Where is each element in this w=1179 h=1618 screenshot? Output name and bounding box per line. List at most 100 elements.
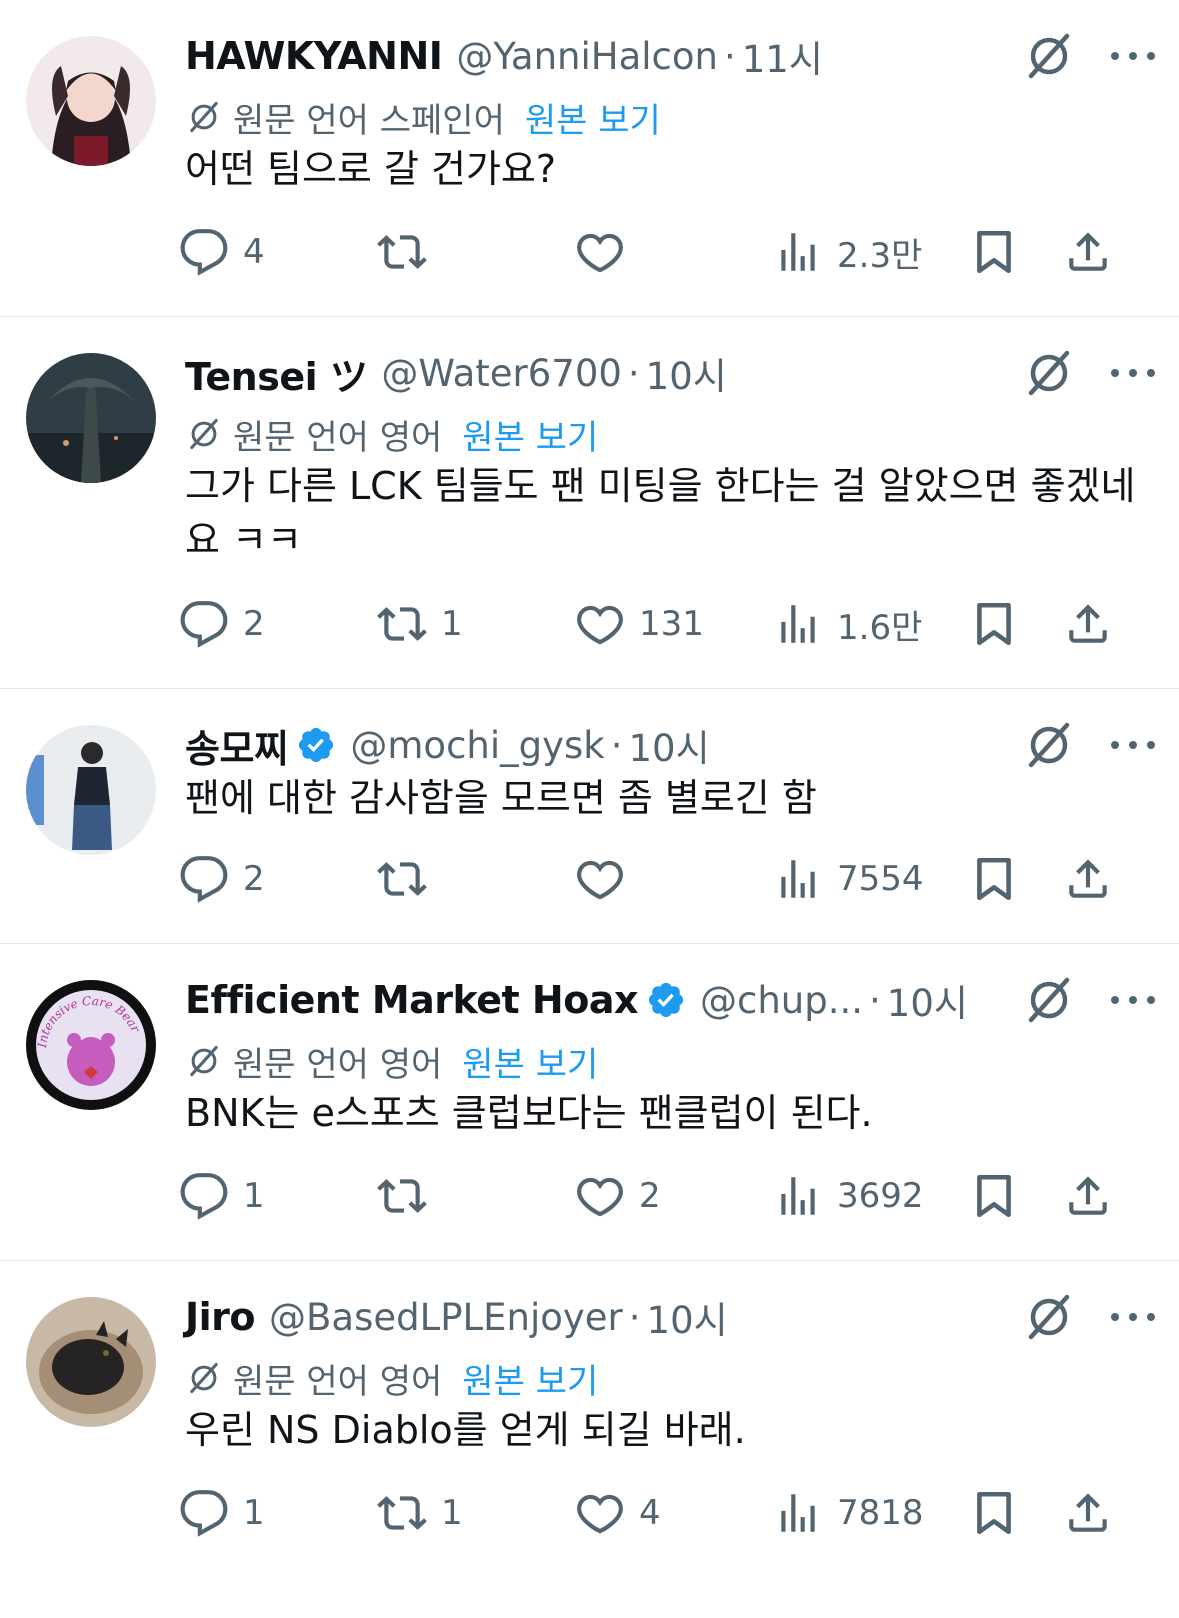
reply-count: 2 bbox=[243, 604, 265, 644]
share-button[interactable] bbox=[1063, 1483, 1113, 1543]
views-button[interactable]: 3692 bbox=[773, 1166, 924, 1226]
share-button[interactable] bbox=[1063, 222, 1113, 282]
retweet-button[interactable] bbox=[377, 222, 441, 282]
translate-icon bbox=[190, 1045, 218, 1077]
user-handle[interactable]: @Water6700 bbox=[381, 352, 622, 395]
show-original-link[interactable]: 원본 보기 bbox=[462, 410, 598, 459]
tweet[interactable]: HAWKYANNI @YanniHalcon · 11시 원문 언어 스페인어 … bbox=[0, 0, 1179, 317]
tweet-text: 우린 NS Diablo를 얻게 되길 바래. bbox=[185, 1408, 746, 1452]
grok-icon[interactable] bbox=[1021, 345, 1077, 401]
heart-icon bbox=[577, 1177, 623, 1217]
avatar[interactable]: Intensive Care Bear bbox=[26, 980, 156, 1110]
reply-button[interactable]: 1 bbox=[179, 1483, 265, 1543]
bookmark-icon bbox=[977, 857, 1011, 901]
retweet-button[interactable]: 1 bbox=[377, 1483, 463, 1543]
view-count: 1.6만 bbox=[837, 607, 923, 648]
tweet[interactable]: 송모찌 @mochi_gysk · 10시 팬에 대한 감사함을 모르면 좀 별 bbox=[0, 689, 1179, 944]
avatar[interactable] bbox=[26, 725, 156, 855]
tweet-header: Jiro @BasedLPLEnjoyer · 10시 bbox=[185, 1289, 1159, 1345]
reply-count: 4 bbox=[243, 232, 265, 272]
timestamp[interactable]: 11시 bbox=[742, 29, 823, 83]
analytics-icon bbox=[781, 1177, 815, 1215]
display-name[interactable]: HAWKYANNI bbox=[185, 34, 443, 78]
grok-icon[interactable] bbox=[1021, 972, 1077, 1028]
timestamp[interactable]: 10시 bbox=[646, 346, 727, 400]
like-button[interactable] bbox=[575, 849, 639, 909]
share-button[interactable] bbox=[1063, 594, 1113, 654]
grok-icon[interactable] bbox=[1021, 717, 1077, 773]
user-avatar-icon bbox=[26, 353, 156, 483]
show-original-link[interactable]: 원본 보기 bbox=[525, 93, 661, 142]
view-count: 3692 bbox=[837, 1176, 924, 1216]
like-button[interactable]: 131 bbox=[575, 594, 704, 654]
retweet-icon bbox=[377, 1179, 427, 1213]
views-button[interactable]: 2.3만 bbox=[773, 222, 922, 282]
more-options-icon[interactable] bbox=[1107, 1307, 1159, 1327]
display-name[interactable]: Jiro bbox=[185, 1295, 256, 1339]
heart-icon bbox=[577, 860, 623, 900]
bookmark-button[interactable] bbox=[969, 849, 1019, 909]
like-count: 4 bbox=[639, 1493, 661, 1533]
more-options-icon[interactable] bbox=[1107, 990, 1159, 1010]
like-button[interactable]: 2 bbox=[575, 1166, 661, 1226]
tweet-header: 송모찌 @mochi_gysk · 10시 bbox=[185, 717, 1159, 773]
views-button[interactable]: 1.6만 bbox=[773, 594, 922, 654]
analytics-icon bbox=[781, 233, 815, 271]
like-count: 2 bbox=[639, 1176, 661, 1216]
user-avatar-icon bbox=[26, 1297, 156, 1427]
like-button[interactable]: 4 bbox=[575, 1483, 661, 1543]
translation-notice: 원문 언어 영어 원본 보기 bbox=[185, 1037, 598, 1086]
analytics-icon bbox=[781, 1494, 815, 1532]
retweet-button[interactable]: 1 bbox=[377, 594, 463, 654]
share-button[interactable] bbox=[1063, 1166, 1113, 1226]
reply-icon bbox=[180, 601, 228, 648]
tweet-text: 어떤 팀으로 갈 건가요? bbox=[185, 147, 557, 191]
user-handle[interactable]: @YanniHalcon bbox=[456, 35, 718, 78]
show-original-link[interactable]: 원본 보기 bbox=[462, 1354, 598, 1403]
views-button[interactable]: 7554 bbox=[773, 849, 924, 909]
user-handle[interactable]: @BasedLPLEnjoyer bbox=[269, 1296, 623, 1339]
bookmark-button[interactable] bbox=[969, 1166, 1019, 1226]
timestamp[interactable]: 10시 bbox=[887, 973, 968, 1027]
retweet-icon bbox=[377, 235, 427, 269]
user-avatar-icon bbox=[26, 725, 156, 855]
more-options-icon[interactable] bbox=[1107, 46, 1159, 66]
more-options-icon[interactable] bbox=[1107, 363, 1159, 383]
reply-button[interactable]: 1 bbox=[179, 1166, 265, 1226]
user-handle[interactable]: @chup... bbox=[700, 979, 863, 1022]
display-name[interactable]: 송모찌 bbox=[185, 718, 289, 773]
grok-icon[interactable] bbox=[1021, 1289, 1077, 1345]
retweet-button[interactable] bbox=[377, 1166, 441, 1226]
retweet-button[interactable] bbox=[377, 849, 441, 909]
tweet[interactable]: Jiro @BasedLPLEnjoyer · 10시 원문 언어 영어 원본 … bbox=[0, 1261, 1179, 1618]
timestamp[interactable]: 10시 bbox=[647, 1290, 728, 1344]
reply-button[interactable]: 2 bbox=[179, 594, 265, 654]
separator-dot: · bbox=[610, 723, 623, 767]
user-handle[interactable]: @mochi_gysk bbox=[350, 724, 604, 767]
views-button[interactable]: 7818 bbox=[773, 1483, 924, 1543]
display-name[interactable]: Efficient Market Hoax bbox=[185, 978, 639, 1022]
avatar[interactable] bbox=[26, 353, 156, 483]
bookmark-icon bbox=[977, 1491, 1011, 1535]
bookmark-button[interactable] bbox=[969, 1483, 1019, 1543]
reply-button[interactable]: 2 bbox=[179, 849, 265, 909]
tweet[interactable]: Tensei ツ @Water6700 · 10시 원문 언어 영어 원본 보기… bbox=[0, 317, 1179, 689]
timestamp[interactable]: 10시 bbox=[629, 718, 710, 772]
separator-dot: · bbox=[628, 1295, 641, 1339]
share-button[interactable] bbox=[1063, 849, 1113, 909]
like-count: 131 bbox=[639, 604, 704, 644]
grok-icon[interactable] bbox=[1021, 28, 1077, 84]
avatar[interactable] bbox=[26, 1297, 156, 1427]
heart-icon bbox=[577, 233, 623, 273]
bookmark-button[interactable] bbox=[969, 594, 1019, 654]
like-button[interactable] bbox=[575, 222, 639, 282]
display-name[interactable]: Tensei ツ bbox=[185, 346, 368, 401]
more-options-icon[interactable] bbox=[1107, 735, 1159, 755]
reply-button[interactable]: 4 bbox=[179, 222, 265, 282]
bookmark-icon bbox=[977, 1174, 1011, 1218]
tweet[interactable]: Intensive Care Bear Efficient Market Hoa… bbox=[0, 944, 1179, 1261]
bookmark-button[interactable] bbox=[969, 222, 1019, 282]
avatar[interactable] bbox=[26, 36, 156, 166]
show-original-link[interactable]: 원본 보기 bbox=[462, 1037, 598, 1086]
reply-icon bbox=[180, 1490, 228, 1537]
